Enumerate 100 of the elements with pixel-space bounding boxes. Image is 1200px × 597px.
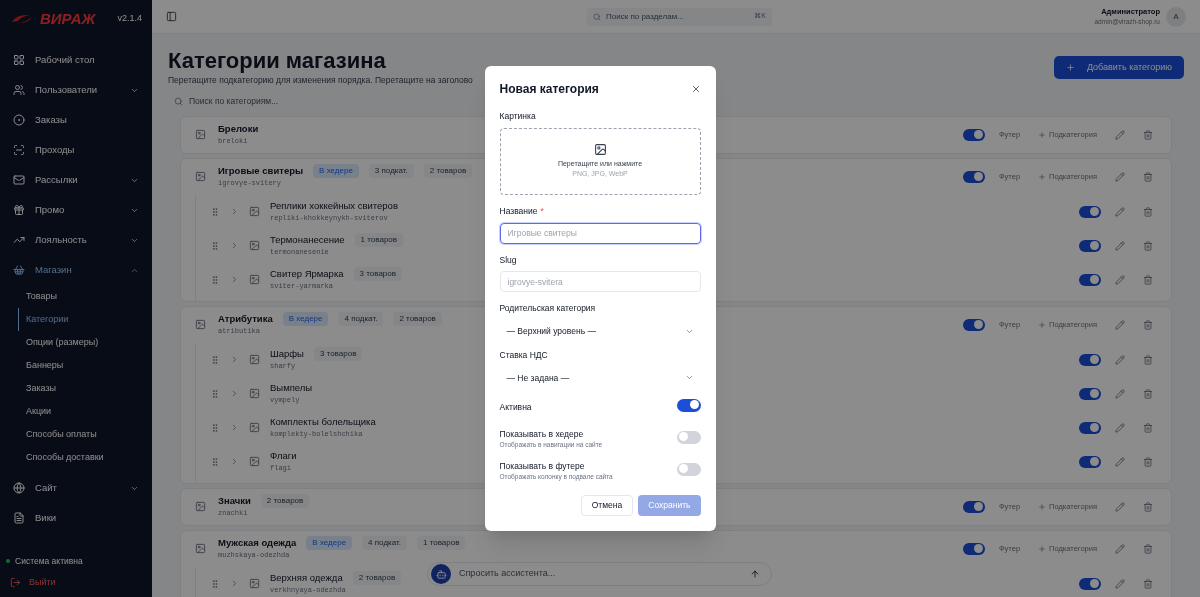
cancel-button[interactable]: Отмена	[580, 494, 634, 516]
edit-icon[interactable]	[1115, 501, 1125, 512]
drag-handle-icon[interactable]	[210, 388, 220, 399]
chevron-icon[interactable]	[230, 423, 239, 432]
drag-handle-icon[interactable]	[210, 206, 220, 217]
delete-icon[interactable]	[1143, 274, 1153, 285]
toggle-switch[interactable]	[1079, 205, 1101, 218]
page-title: Категории магазина	[168, 48, 387, 74]
sidebar-subitem[interactable]: Баннеры	[18, 354, 152, 377]
toggle-switch[interactable]	[1079, 421, 1101, 434]
vat-select[interactable]: — Не задана —	[499, 365, 701, 390]
toggle-switch[interactable]	[962, 318, 985, 331]
delete-icon[interactable]	[1143, 543, 1153, 554]
delete-icon[interactable]	[1143, 129, 1153, 140]
edit-icon[interactable]	[1115, 543, 1125, 554]
edit-icon[interactable]	[1115, 354, 1125, 365]
chevron-icon[interactable]	[230, 389, 239, 398]
subcategory-name: Верхняя одежда	[270, 571, 343, 586]
toggle-switch[interactable]	[1079, 387, 1101, 400]
category-search-field[interactable]: Поиск по категориям...	[168, 94, 468, 108]
edit-icon[interactable]	[1115, 274, 1125, 285]
edit-icon[interactable]	[1115, 578, 1125, 589]
edit-icon[interactable]	[1115, 206, 1125, 217]
edit-icon[interactable]	[1115, 171, 1125, 182]
edit-icon[interactable]	[1115, 388, 1125, 399]
edit-icon[interactable]	[1115, 129, 1125, 140]
circle-icon	[13, 114, 25, 126]
sidebar-item[interactable]: Заказы	[0, 105, 152, 135]
chevron-icon[interactable]	[230, 275, 239, 284]
name-field[interactable]: Игровые свитеры	[499, 222, 701, 244]
delete-icon[interactable]	[1143, 171, 1153, 182]
assistant-bar[interactable]: Спросить ассистента...	[427, 562, 772, 586]
sidebar-subitem[interactable]: Товары	[18, 285, 152, 308]
sidebar-subitem[interactable]: Способы доставки	[18, 446, 152, 469]
sidebar-item[interactable]: Вики	[0, 503, 152, 533]
delete-icon[interactable]	[1143, 456, 1153, 467]
toggle-switch[interactable]	[1079, 577, 1101, 590]
edit-icon[interactable]	[1115, 240, 1125, 251]
edit-icon[interactable]	[1115, 422, 1125, 433]
sidebar-item[interactable]: Рассылки	[0, 165, 152, 195]
chevron-icon[interactable]	[230, 355, 239, 364]
drag-handle-icon[interactable]	[210, 240, 220, 251]
category-name: Значки	[218, 494, 251, 509]
edit-icon[interactable]	[1115, 319, 1125, 330]
add-category-button[interactable]: Добавить категорию	[1053, 56, 1184, 79]
toggle-switch[interactable]	[962, 542, 985, 555]
toggle-switch[interactable]	[1079, 455, 1101, 468]
send-icon[interactable]	[750, 569, 760, 579]
sidebar-item[interactable]: Промо	[0, 195, 152, 225]
delete-icon[interactable]	[1143, 319, 1153, 330]
close-icon[interactable]	[690, 84, 701, 95]
drag-handle-icon[interactable]	[210, 274, 220, 285]
delete-icon[interactable]	[1143, 206, 1153, 217]
chevron-icon[interactable]	[230, 241, 239, 250]
slug-field[interactable]: igrovye-svitera	[499, 271, 701, 293]
toggle-switch[interactable]	[962, 128, 985, 141]
sidebar-item[interactable]: Пользователи	[0, 75, 152, 105]
toggle-switch[interactable]	[1079, 273, 1101, 286]
edit-icon[interactable]	[1115, 456, 1125, 467]
toggle-switch[interactable]	[1079, 239, 1101, 252]
drag-handle-icon[interactable]	[210, 422, 220, 433]
toggle-switch[interactable]	[676, 398, 701, 412]
logout-icon	[10, 576, 21, 588]
sidebar-item[interactable]: Лояльность	[0, 225, 152, 255]
toggle-switch[interactable]	[676, 430, 701, 444]
switch-label: Активна	[499, 400, 532, 414]
drag-handle-icon[interactable]	[210, 354, 220, 365]
search-icon	[593, 12, 601, 21]
toggle-switch[interactable]	[1079, 353, 1101, 366]
sidebar-subitem[interactable]: Способы оплаты	[18, 423, 152, 446]
sidebar-subitem[interactable]: Акции	[18, 400, 152, 423]
delete-icon[interactable]	[1143, 422, 1153, 433]
sidebar-subitem[interactable]: Заказы	[18, 377, 152, 400]
logo: ВИРАЖ	[40, 8, 96, 29]
parent-select[interactable]: — Верхний уровень —	[499, 319, 701, 344]
drag-handle-icon[interactable]	[210, 456, 220, 467]
count-badge: 3 товаров	[313, 347, 363, 362]
delete-icon[interactable]	[1143, 501, 1153, 512]
sidebar-subitem[interactable]: Опции (размеры)	[18, 331, 152, 354]
subcategory-name: Флаги	[270, 449, 297, 464]
sidebar-item[interactable]: Рабочий стол	[0, 45, 152, 75]
sidebar-item[interactable]: Магазин	[0, 255, 152, 285]
sidebar-toggle-icon[interactable]	[166, 11, 177, 22]
sidebar-item[interactable]: Сайт	[0, 473, 152, 503]
delete-icon[interactable]	[1143, 388, 1153, 399]
toggle-switch[interactable]	[676, 462, 701, 476]
users-icon	[13, 84, 25, 96]
sidebar-subitem[interactable]: Категории	[18, 308, 152, 331]
toggle-switch[interactable]	[962, 500, 985, 513]
drag-handle-icon[interactable]	[210, 578, 220, 589]
sidebar-item[interactable]: Проходы	[0, 135, 152, 165]
toggle-switch[interactable]	[962, 170, 985, 183]
chevron-icon[interactable]	[230, 457, 239, 466]
delete-icon[interactable]	[1143, 240, 1153, 251]
delete-icon[interactable]	[1143, 578, 1153, 589]
delete-icon[interactable]	[1143, 354, 1153, 365]
chevron-icon[interactable]	[230, 579, 239, 588]
chevron-icon[interactable]	[230, 207, 239, 216]
plus-icon	[1038, 130, 1047, 139]
version-label: v2.1.4	[117, 12, 142, 26]
